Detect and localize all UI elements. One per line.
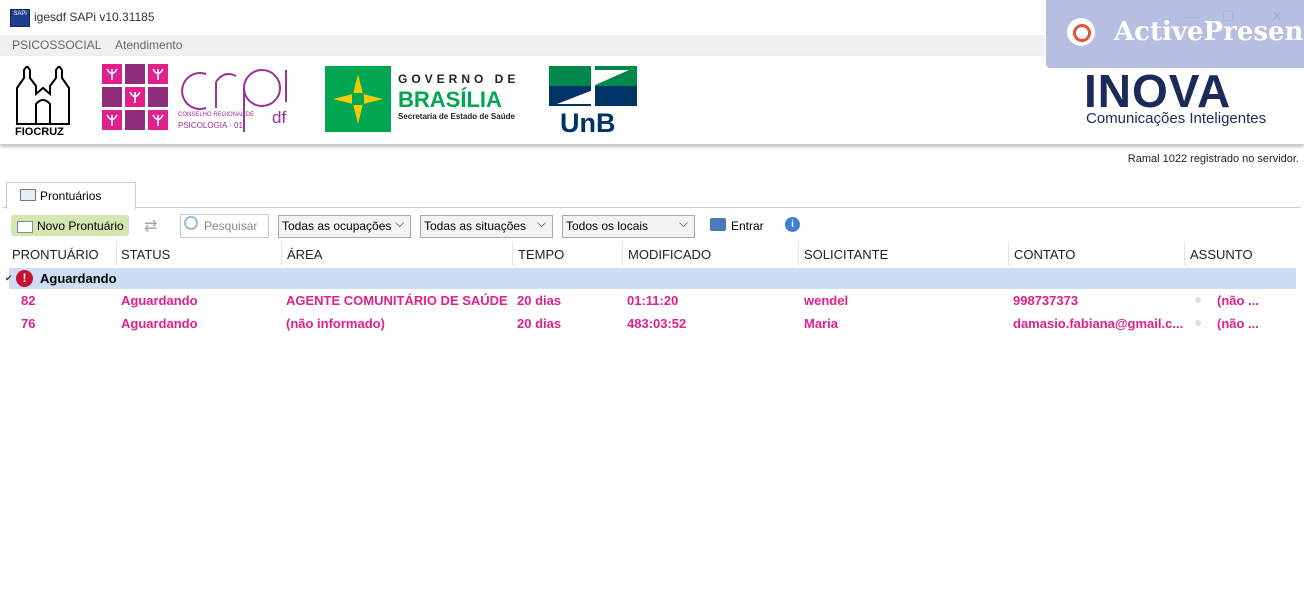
watermark-text: ActivePresent xyxy=(1114,17,1304,47)
window-title: igesdf SAPi v10.31185 xyxy=(34,10,155,24)
occupation-filter-value: Todas as ocupações xyxy=(282,219,392,233)
chevron-down-icon: ⌵ xyxy=(537,216,547,230)
menu-atendimento[interactable]: Atendimento xyxy=(115,38,182,52)
column-header-modificado[interactable]: MODIFICADO xyxy=(628,247,711,262)
column-header-solicitante[interactable]: SOLICITANTE xyxy=(804,247,888,262)
cell-area: AGENTE COMUNITÁRIO DE SAÚDE xyxy=(286,293,508,308)
unb-label: UnB xyxy=(560,108,616,138)
collapse-icon[interactable]: ✔ xyxy=(5,273,13,284)
fiocruz-logo xyxy=(16,66,70,125)
location-filter-value: Todos os locais xyxy=(566,219,649,233)
gov-line1: GOVERNO DE xyxy=(398,72,520,86)
column-header-status[interactable]: STATUS xyxy=(121,247,170,262)
column-header-contato[interactable]: CONTATO xyxy=(1014,247,1075,262)
brasilia-flag-logo xyxy=(325,66,391,132)
cell-solicitante: wendel xyxy=(804,293,849,308)
cell-contato: 998737373 xyxy=(1013,293,1079,308)
column-divider xyxy=(512,242,513,266)
activepresenter-icon-ring xyxy=(1073,24,1091,42)
cell-assunto: (não ... xyxy=(1217,316,1259,331)
chevron-down-icon: ⌵ xyxy=(395,216,405,230)
cell-prontuario: 76 xyxy=(21,316,36,331)
tab-label: Prontuários xyxy=(40,189,102,203)
menu-psicossocial[interactable]: PSICOSSOCIAL xyxy=(12,38,101,52)
new-record-label: Novo Prontuário xyxy=(37,219,124,233)
cell-area: (não informado) xyxy=(286,316,385,331)
main-panel xyxy=(3,207,1301,592)
records-icon xyxy=(20,189,36,201)
cell-contato: damasio.fabiana@gmail.c... xyxy=(1013,316,1184,331)
cell-solicitante: Maria xyxy=(804,316,838,331)
column-divider xyxy=(798,242,799,266)
enter-button[interactable]: Entrar xyxy=(731,219,764,233)
status-message: Ramal 1022 registrado no servidor. xyxy=(1127,153,1299,165)
search-placeholder: Pesquisar xyxy=(204,219,258,233)
info-icon[interactable]: i xyxy=(785,217,800,232)
cell-status: Aguardando xyxy=(121,316,198,331)
cell-prontuario: 82 xyxy=(21,293,36,308)
crp-df: df xyxy=(272,108,287,127)
app-icon: SAPi xyxy=(10,9,30,27)
column-divider xyxy=(1184,242,1185,266)
crp-subtitle: PSICOLOGIA · 01 xyxy=(178,121,243,130)
search-icon xyxy=(184,216,198,230)
crp-subtitle-small: CONSELHO REGIONAL DE xyxy=(178,112,255,118)
subject-dot-icon xyxy=(1195,297,1201,303)
alert-icon: ! xyxy=(16,270,33,287)
subject-dot-icon xyxy=(1195,320,1201,326)
group-label: Aguardando xyxy=(40,271,117,286)
column-header-tempo[interactable]: TEMPO xyxy=(518,247,564,262)
group-row-aguardando[interactable] xyxy=(9,268,1296,289)
cell-assunto: (não ... xyxy=(1217,293,1259,308)
add-record-icon xyxy=(17,221,33,233)
column-header-assunto[interactable]: ASSUNTO xyxy=(1190,247,1253,262)
situation-filter-value: Todas as situações xyxy=(424,219,527,233)
crp-symbol-grid xyxy=(102,64,168,130)
cell-tempo: 20 dias xyxy=(517,316,562,331)
cell-tempo: 20 dias xyxy=(517,293,562,308)
cell-modificado: 483:03:52 xyxy=(627,316,687,331)
chevron-down-icon: ⌵ xyxy=(679,216,689,230)
unb-logo xyxy=(549,66,637,106)
gov-line3: Secretaria de Estado de Saúde xyxy=(398,112,515,121)
column-divider xyxy=(622,242,623,266)
column-divider xyxy=(1008,242,1009,266)
inova-subtitle: Comunicações Inteligentes xyxy=(1086,110,1267,127)
cell-modificado: 01:11:20 xyxy=(627,293,679,308)
column-divider xyxy=(116,242,117,266)
gov-line2: BRASÍLIA xyxy=(398,87,502,112)
fiocruz-label: FIOCRUZ xyxy=(15,126,64,138)
cell-status: Aguardando xyxy=(121,293,198,308)
enter-icon[interactable] xyxy=(710,218,726,231)
transfer-icon[interactable]: ⇄ xyxy=(144,216,157,236)
column-header-prontuario[interactable]: PRONTUÁRIO xyxy=(12,247,99,262)
column-divider xyxy=(281,242,282,266)
column-header-area[interactable]: ÁREA xyxy=(287,247,322,262)
